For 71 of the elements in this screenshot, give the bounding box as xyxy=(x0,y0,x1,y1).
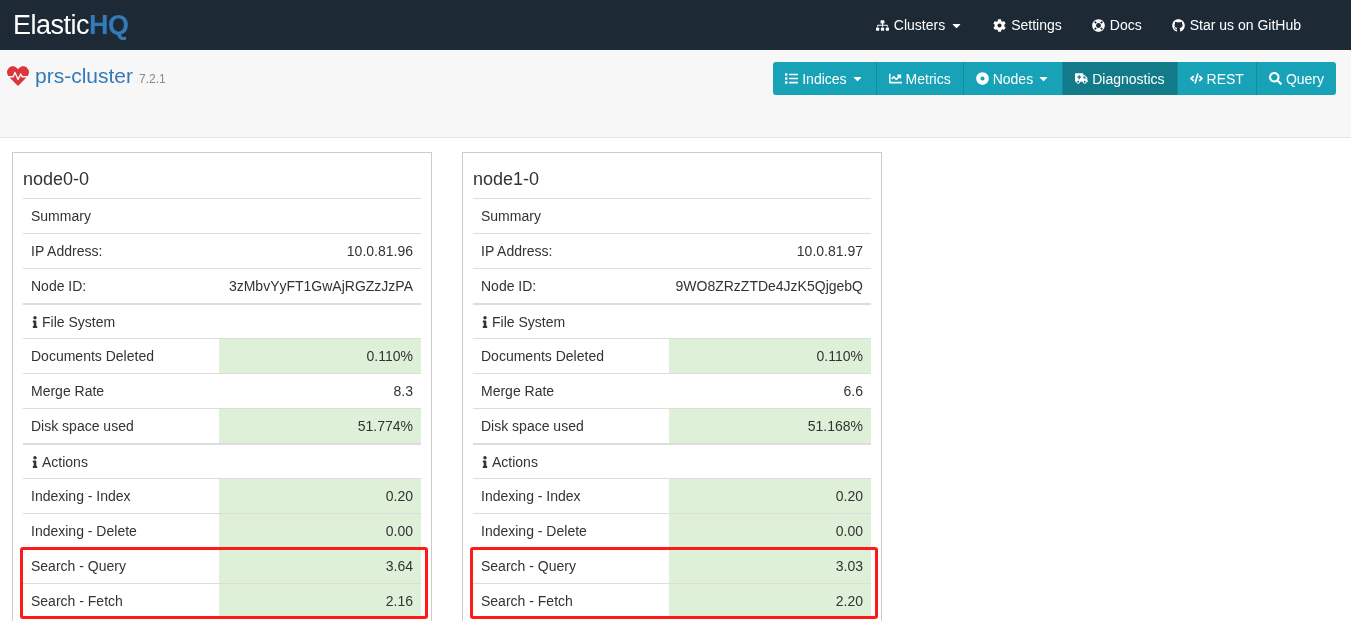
section-heading-text: File System xyxy=(42,313,116,330)
metric-value: 0.110% xyxy=(219,339,421,373)
github-icon xyxy=(1171,18,1185,32)
toolbar-button[interactable]: Diagnostics xyxy=(1062,62,1177,95)
heartbeat-icon xyxy=(7,65,29,87)
metric-value: 2.20 xyxy=(669,584,871,618)
section-heading-text: Summary xyxy=(31,208,91,224)
metric-label: Search - Fetch xyxy=(30,592,124,611)
node-title: node0-0 xyxy=(23,168,91,191)
metric-label: Merge Rate xyxy=(30,382,106,401)
toolbar-button[interactable]: Metrics xyxy=(875,62,963,95)
metric-label: Node ID: xyxy=(30,277,88,296)
toolbar-button[interactable]: Indices xyxy=(773,62,876,95)
sitemap-icon xyxy=(875,18,889,32)
metric-label: Node ID: xyxy=(480,277,538,296)
nav-link[interactable]: Clusters xyxy=(875,17,964,33)
toolbar-button[interactable]: Query xyxy=(1255,62,1336,95)
metric-value: 3.64 xyxy=(219,549,421,583)
metric-value: 10.0.81.97 xyxy=(795,242,864,261)
list-icon xyxy=(785,72,799,85)
metric-value: 10.0.81.96 xyxy=(345,242,414,261)
metric-label: Disk space used xyxy=(30,417,135,436)
metric-value: 9WO8ZRzZTDe4JzK5QjgebQ xyxy=(674,277,864,296)
cluster-name[interactable]: prs-cluster xyxy=(35,64,134,88)
metric-label: Documents Deleted xyxy=(480,347,605,366)
line-chart-icon xyxy=(888,72,902,85)
life-ring-icon xyxy=(1091,18,1105,32)
metric-label: Indexing - Index xyxy=(480,487,582,506)
metric-label: Search - Query xyxy=(480,557,577,576)
metric-label: Documents Deleted xyxy=(30,347,155,366)
metric-label: Search - Query xyxy=(30,557,127,576)
metric-label: Merge Rate xyxy=(480,382,556,401)
metric-value: 51.168% xyxy=(669,409,871,443)
metric-value: 3.03 xyxy=(669,549,871,583)
section-heading-text: Actions xyxy=(42,453,88,470)
metric-value: 8.3 xyxy=(392,382,414,401)
metric-label: IP Address: xyxy=(30,242,104,261)
metric-label: Disk space used xyxy=(480,417,585,436)
metric-value: 51.774% xyxy=(219,409,421,443)
node-title: node1-0 xyxy=(473,168,541,191)
toolbar-button[interactable]: REST xyxy=(1176,62,1256,95)
ambulance-icon xyxy=(1075,72,1089,85)
cluster-version: 7.2.1 xyxy=(139,72,166,86)
metric-label: Indexing - Delete xyxy=(30,522,138,541)
info-icon xyxy=(481,315,489,328)
metric-label: Indexing - Delete xyxy=(480,522,588,541)
metric-value: 0.00 xyxy=(669,514,871,548)
settings-icon xyxy=(993,18,1007,32)
code-icon xyxy=(1189,72,1203,85)
section-heading-text: Summary xyxy=(481,208,541,224)
metric-value: 0.20 xyxy=(669,479,871,513)
search-icon xyxy=(1268,72,1282,85)
nav-link[interactable]: Docs xyxy=(1091,17,1142,33)
section-heading-text: Actions xyxy=(492,453,538,470)
metric-value: 2.16 xyxy=(219,584,421,618)
metric-label: Search - Fetch xyxy=(480,592,574,611)
info-icon xyxy=(31,315,39,328)
info-icon xyxy=(31,455,39,468)
nav-link[interactable]: Star us on GitHub xyxy=(1171,17,1301,33)
metric-value: 0.20 xyxy=(219,479,421,513)
section-heading-text: File System xyxy=(492,313,566,330)
nav-link[interactable]: Settings xyxy=(993,17,1062,33)
toolbar-button[interactable]: Nodes xyxy=(962,62,1063,95)
metric-label: IP Address: xyxy=(480,242,554,261)
info-icon xyxy=(481,455,489,468)
metric-value: 0.110% xyxy=(669,339,871,373)
metric-value: 3zMbvYyFT1GwAjRGZzJzPA xyxy=(227,277,414,296)
brand-logo[interactable]: ElasticHQ xyxy=(13,9,129,41)
metric-label: Indexing - Index xyxy=(30,487,132,506)
metric-value: 6.6 xyxy=(842,382,864,401)
metric-value: 0.00 xyxy=(219,514,421,548)
